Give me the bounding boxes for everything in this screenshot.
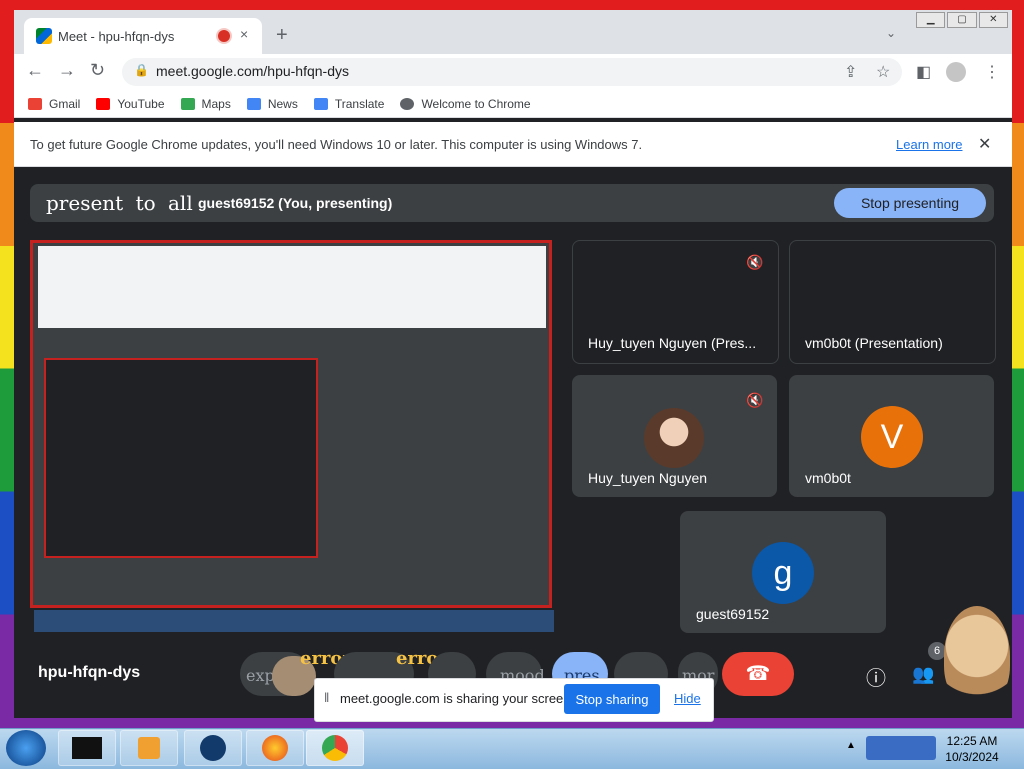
bookmark-youtube[interactable]: YouTube: [96, 97, 165, 111]
firefox-icon: [262, 735, 288, 761]
nested-taskbar: [34, 610, 554, 632]
bookmark-news[interactable]: News: [246, 97, 298, 111]
nested-tile: [436, 432, 540, 494]
news-icon: [246, 97, 261, 110]
tray-arrow-icon[interactable]: ▲: [846, 740, 856, 751]
app-icon: [72, 737, 102, 759]
taskbar-app-1[interactable]: [58, 730, 116, 766]
learn-more-link[interactable]: Learn more: [896, 137, 962, 152]
recording-icon: [218, 30, 230, 42]
meeting-code: hpu-hfqn-dys: [38, 664, 141, 681]
tab-close-icon[interactable]: ×: [240, 26, 248, 42]
chrome-icon: [322, 735, 348, 761]
tile-label: vm0b0t (Presentation): [805, 335, 943, 351]
taskbar-media-player[interactable]: [120, 730, 178, 766]
new-tab-button[interactable]: +: [276, 24, 288, 47]
clock-time: 12:25 AM: [946, 734, 998, 748]
tray-icons[interactable]: [866, 736, 936, 760]
tile-label: guest69152: [696, 606, 770, 622]
nested-tile: [436, 362, 540, 424]
window-controls: ▁ ▢ ✕: [916, 12, 1008, 28]
present-title: present to all: [46, 191, 193, 215]
mic-off-icon: 🔇: [746, 254, 764, 270]
tab-title: Meet - hpu-hfqn-dys: [58, 29, 175, 44]
avatar-g: g: [752, 542, 814, 604]
clock-date: 10/3/2024: [945, 750, 999, 764]
gmail-icon: [28, 97, 42, 110]
bookmark-gmail[interactable]: Gmail: [28, 97, 80, 111]
forward-arrow-icon[interactable]: →: [58, 60, 76, 81]
taskbar-app-3[interactable]: [184, 730, 242, 766]
hide-link[interactable]: Hide: [674, 691, 701, 706]
tile-label: Huy_tuyen Nguyen (Pres...: [588, 335, 757, 351]
bookmark-welcome[interactable]: Welcome to Chrome: [400, 97, 531, 111]
info-icon[interactable]: ⓘ: [866, 662, 886, 691]
participant-avatar: [644, 408, 704, 468]
nested-tile: [322, 362, 430, 424]
stop-presenting-button[interactable]: Stop presenting: [834, 188, 986, 218]
drag-handle-icon[interactable]: ‖: [324, 690, 329, 705]
taskbar-clock[interactable]: 12:25 AM 10/3/2024: [944, 733, 1000, 765]
taskbar-chrome[interactable]: [306, 730, 364, 766]
profile-icon[interactable]: [946, 62, 966, 82]
minimize-button[interactable]: ▁: [916, 12, 946, 28]
menu-icon[interactable]: ⋮: [984, 62, 1000, 82]
back-arrow-icon[interactable]: ←: [26, 60, 44, 81]
app-icon: [200, 735, 226, 761]
sharing-text: meet.google.com is sharing your screen.: [340, 691, 575, 706]
close-window-button[interactable]: ✕: [978, 12, 1008, 28]
bookmark-star-icon[interactable]: ☆: [876, 62, 890, 82]
avatar-v: V: [861, 406, 923, 468]
mic-off-icon: 🔇: [746, 392, 764, 408]
people-icon[interactable]: 👥: [912, 664, 934, 685]
bookmark-maps[interactable]: Maps: [180, 97, 231, 111]
nested-tile: [380, 502, 484, 564]
hamster-sticker: [944, 606, 1010, 706]
screen-share-nested-preview: [44, 358, 318, 558]
youtube-icon: [96, 97, 111, 110]
tile-label: Huy_tuyen Nguyen: [588, 470, 708, 486]
bookmark-translate[interactable]: Translate: [313, 97, 384, 111]
screen-share-present-bar: [38, 330, 546, 354]
infobar-close-icon[interactable]: ✕: [978, 134, 991, 154]
side-panel-icon[interactable]: ◧: [916, 62, 931, 82]
bookmarks-bar: Gmail YouTube Maps News Translate Welcom…: [14, 90, 1012, 118]
tab-search-icon[interactable]: ⌄: [886, 26, 896, 40]
translate-icon: [313, 97, 328, 110]
maximize-button[interactable]: ▢: [947, 12, 977, 28]
presenter-name: guest69152 (You, presenting): [198, 195, 393, 211]
stop-sharing-button[interactable]: Stop sharing: [564, 684, 660, 714]
tile-label: vm0b0t: [805, 470, 851, 486]
nested-tile: [322, 432, 430, 494]
maps-icon: [180, 97, 195, 110]
url-text[interactable]: meet.google.com/hpu-hfqn-dys: [156, 63, 349, 79]
chrome-icon: [400, 97, 415, 110]
start-button[interactable]: [6, 730, 46, 766]
reload-icon[interactable]: ↻: [90, 60, 105, 81]
meet-favicon-icon: [36, 28, 52, 44]
share-icon[interactable]: ⇪: [844, 62, 857, 82]
taskbar-firefox[interactable]: [246, 730, 304, 766]
lock-icon[interactable]: 🔒: [134, 63, 149, 77]
media-player-icon: [138, 737, 160, 759]
hangup-button[interactable]: ☎: [722, 652, 794, 696]
screen-share-browser-preview: [38, 246, 546, 328]
infobar-text: To get future Google Chrome updates, you…: [30, 137, 643, 152]
